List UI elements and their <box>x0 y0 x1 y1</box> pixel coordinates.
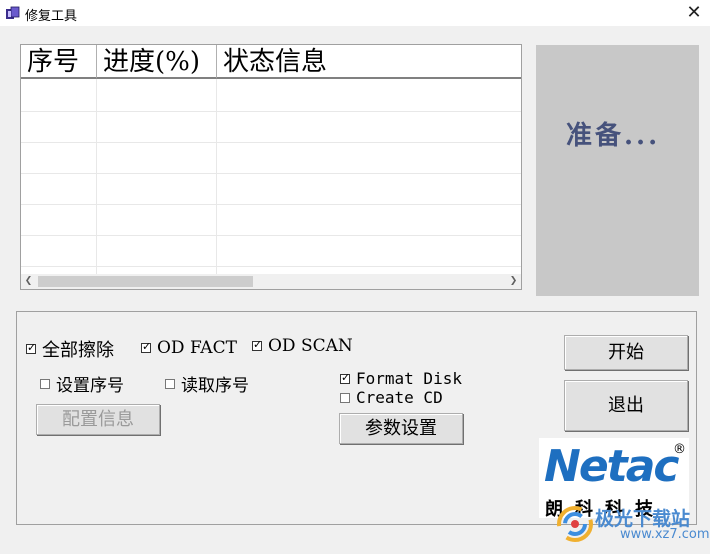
column-divider <box>216 79 217 275</box>
watermark-url: www.xz7.com <box>620 527 710 542</box>
logo-registered-mark: ® <box>673 442 686 457</box>
checkbox-checked-icon <box>252 338 262 351</box>
row-divider <box>21 266 521 267</box>
od-fact-label: OD FACT <box>157 337 237 358</box>
scrollbar-thumb[interactable] <box>38 276 253 287</box>
row-divider <box>21 142 521 143</box>
watermark-swirl-icon <box>557 506 593 542</box>
title-bar: 修复工具 ✕ <box>0 0 710 26</box>
status-panel: 准备... <box>536 45 699 296</box>
row-divider <box>21 111 521 112</box>
row-divider <box>21 235 521 236</box>
checkbox-checked-icon <box>141 340 151 353</box>
od-scan-checkbox[interactable]: OD SCAN <box>252 335 353 356</box>
row-divider <box>21 204 521 205</box>
start-button[interactable]: 开始 <box>564 335 688 370</box>
checkbox-unchecked-icon <box>40 378 50 389</box>
create-cd-checkbox[interactable]: Create CD <box>340 387 443 407</box>
od-fact-checkbox[interactable]: OD FACT <box>141 337 237 358</box>
config-info-button[interactable]: 配置信息 <box>36 404 160 435</box>
format-disk-checkbox[interactable]: Format Disk <box>340 368 462 388</box>
checkbox-checked-icon <box>340 371 350 384</box>
column-header-progress[interactable]: 进度(%) <box>97 45 217 79</box>
status-text: 准备... <box>566 121 661 151</box>
app-icon <box>6 6 20 19</box>
read-serial-label: 读取序号 <box>181 376 249 396</box>
set-serial-checkbox[interactable]: 设置序号 <box>40 371 124 396</box>
od-scan-label: OD SCAN <box>268 335 353 356</box>
row-divider <box>21 173 521 174</box>
column-header-status[interactable]: 状态信息 <box>217 45 521 79</box>
logo-brand: Netac <box>544 441 679 492</box>
progress-list[interactable]: 序号 进度(%) 状态信息 ❮ ❯ <box>20 44 522 290</box>
window-title: 修复工具 <box>25 9 78 24</box>
format-disk-label: Format Disk <box>356 369 462 388</box>
watermark: 极光下载站 www.xz7.com <box>556 500 710 550</box>
close-icon[interactable]: ✕ <box>684 3 704 23</box>
create-cd-label: Create CD <box>356 388 443 407</box>
full-erase-checkbox[interactable]: 全部擦除 <box>26 336 114 362</box>
set-serial-label: 设置序号 <box>56 376 124 396</box>
full-erase-label: 全部擦除 <box>42 340 114 361</box>
param-settings-button[interactable]: 参数设置 <box>339 413 463 444</box>
checkbox-checked-icon <box>26 341 36 354</box>
scroll-left-icon[interactable]: ❮ <box>21 274 36 289</box>
scroll-right-icon[interactable]: ❯ <box>506 274 521 289</box>
column-divider <box>96 79 97 275</box>
checkbox-unchecked-icon <box>340 392 350 403</box>
exit-button[interactable]: 退出 <box>564 380 688 431</box>
read-serial-checkbox[interactable]: 读取序号 <box>165 371 249 396</box>
column-header-serial[interactable]: 序号 <box>21 45 97 79</box>
checkbox-unchecked-icon <box>165 378 175 389</box>
horizontal-scrollbar[interactable]: ❮ ❯ <box>21 274 521 289</box>
